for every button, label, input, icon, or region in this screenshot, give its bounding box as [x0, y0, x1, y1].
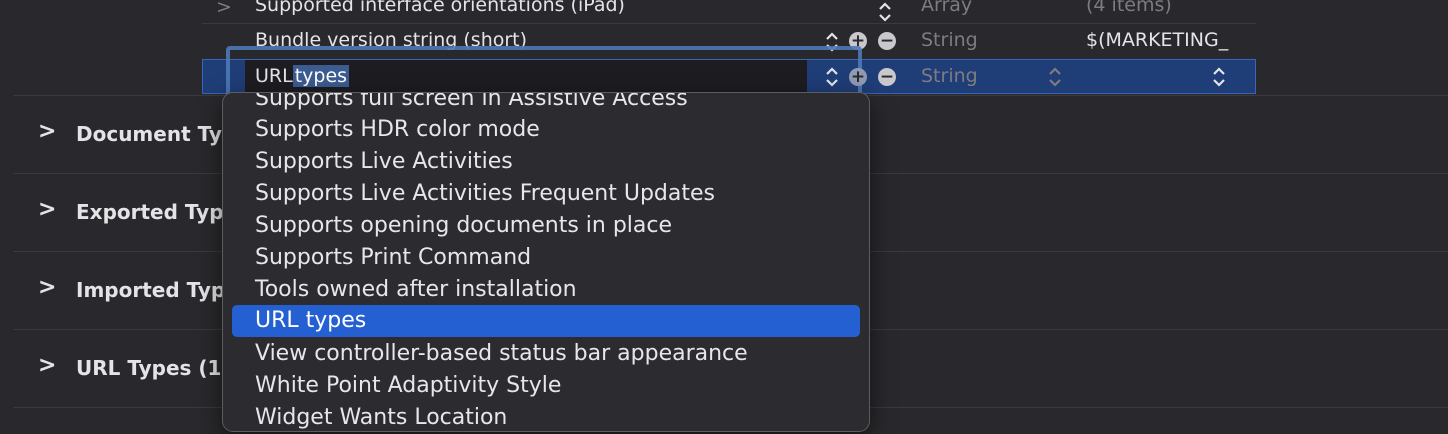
autocomplete-menu[interactable]: Supports full screen in Assistive Access… [222, 92, 870, 432]
section-label: Exported Type [76, 200, 238, 224]
disclosure-chevron-icon[interactable]: > [216, 0, 232, 18]
menu-item[interactable]: Supports HDR color mode [232, 114, 860, 146]
row-value: (4 items) [1086, 0, 1172, 16]
minus-circle-icon[interactable]: − [878, 68, 896, 86]
row-type: String [921, 65, 978, 87]
minus-circle-icon[interactable]: − [878, 32, 896, 50]
row-type: String [921, 29, 978, 51]
chevron-right-icon[interactable]: > [38, 275, 56, 300]
menu-item[interactable]: Supports Live Activities [232, 146, 860, 178]
menu-item[interactable]: Widget Wants Location [232, 402, 860, 431]
table-row[interactable]: > Supported interface orientations (iPad… [202, 0, 1256, 23]
menu-item[interactable]: Tools owned after installation [232, 274, 860, 306]
up-down-chevron-icon[interactable] [878, 1, 892, 23]
up-down-chevron-icon[interactable] [1212, 66, 1226, 88]
chevron-right-icon[interactable]: > [38, 353, 56, 378]
row-value[interactable]: $(MARKETING_ [1086, 29, 1228, 51]
menu-item-selected[interactable]: URL types [232, 305, 860, 337]
row-type: Array [921, 0, 973, 16]
menu-item[interactable]: Supports Live Activities Frequent Update… [232, 178, 860, 210]
up-down-chevron-icon[interactable] [825, 66, 839, 88]
up-down-chevron-icon[interactable] [1048, 66, 1062, 88]
menu-item[interactable]: White Point Adaptivity Style [232, 370, 860, 402]
focus-ring [226, 46, 862, 98]
row-key: Supported interface orientations (iPad) [255, 0, 625, 16]
menu-item[interactable]: Supports opening documents in place [232, 210, 860, 242]
menu-item[interactable]: Supports full screen in Assistive Access [232, 93, 860, 115]
section-label: URL Types (1) [76, 356, 231, 380]
section-label: Imported Type [76, 278, 239, 302]
chevron-right-icon[interactable]: > [38, 119, 56, 144]
menu-item[interactable]: Supports Print Command [232, 242, 860, 274]
section-label: Document Typ [76, 122, 237, 146]
plus-circle-icon[interactable]: + [849, 68, 867, 86]
chevron-right-icon[interactable]: > [38, 197, 56, 222]
menu-item[interactable]: View controller-based status bar appeara… [232, 338, 860, 370]
